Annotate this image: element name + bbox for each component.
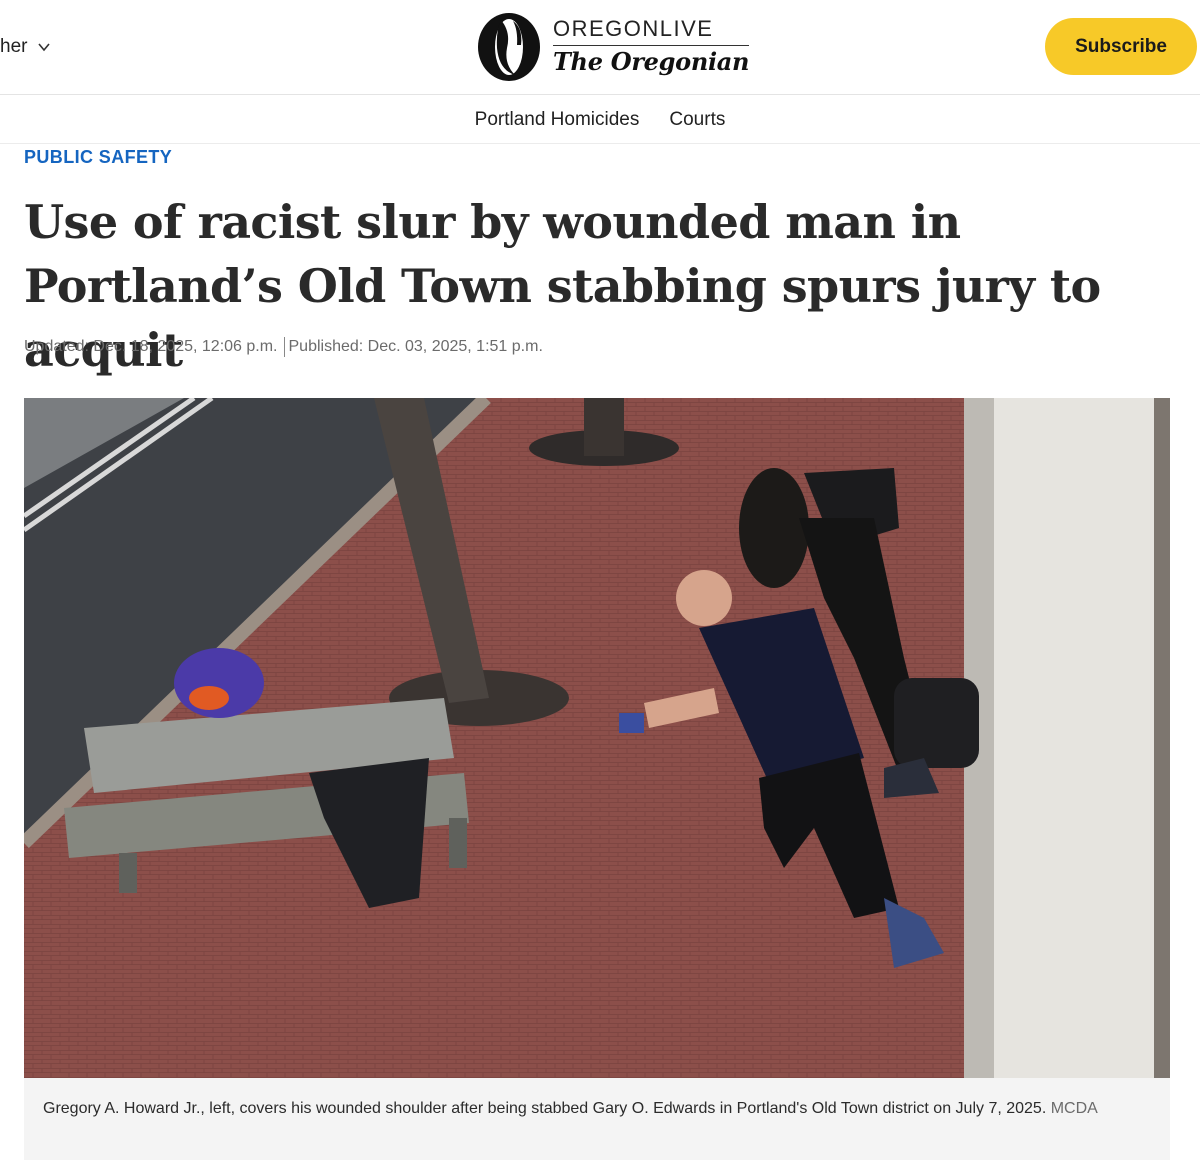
site-header: her OREGONLIVE The Oregonian Subscribe <box>0 0 1200 95</box>
oregonian-o-logo-icon <box>478 13 540 81</box>
chevron-down-icon <box>38 43 51 52</box>
article-dateline: Updated: Dec. 18, 2025, 12:06 p.m. Publis… <box>24 337 543 357</box>
photo-credit: MCDA <box>1050 1100 1098 1117</box>
brand-wordmark: OREGONLIVE The Oregonian <box>553 16 750 78</box>
region-menu[interactable]: her <box>0 33 51 61</box>
street-scene-image <box>24 398 1170 1078</box>
dateline-divider <box>283 337 285 357</box>
brand-bottom-text: The Oregonian <box>553 46 750 76</box>
photo-caption: Gregory A. Howard Jr., left, covers his … <box>43 1096 1153 1121</box>
caption-text: Gregory A. Howard Jr., left, covers his … <box>43 1100 1047 1117</box>
site-logo[interactable]: OREGONLIVE The Oregonian <box>477 12 750 82</box>
article-photo[interactable] <box>24 398 1170 1078</box>
subscribe-button[interactable]: Subscribe <box>1045 18 1197 75</box>
region-menu-label: her <box>0 36 28 57</box>
nav-item-courts[interactable]: Courts <box>669 107 725 131</box>
photo-caption-box: Gregory A. Howard Jr., left, covers his … <box>24 1078 1170 1160</box>
updated-date: Updated: Dec. 18, 2025, 12:06 p.m. <box>24 338 278 356</box>
section-nav: Portland Homicides Courts <box>0 95 1200 144</box>
section-label[interactable]: PUBLIC SAFETY <box>24 147 172 168</box>
published-date: Published: Dec. 03, 2025, 1:51 p.m. <box>288 338 543 356</box>
brand-top-text: OREGONLIVE <box>553 16 750 46</box>
nav-item-portland-homicides[interactable]: Portland Homicides <box>475 107 640 131</box>
